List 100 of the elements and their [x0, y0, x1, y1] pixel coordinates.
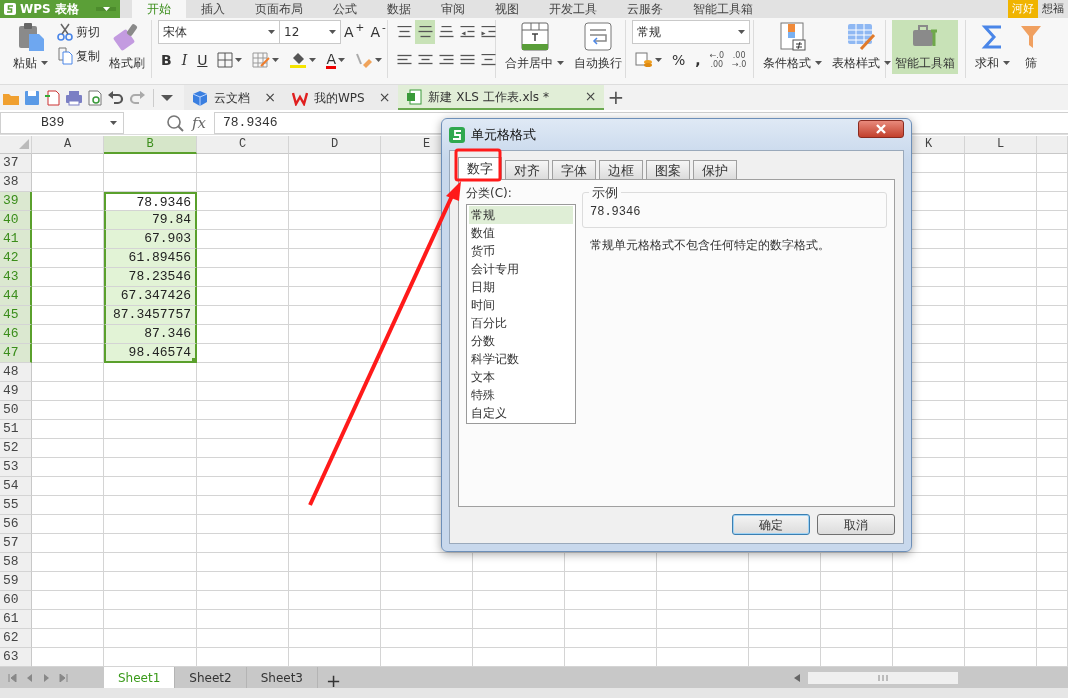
row-number[interactable]: 60 [0, 591, 32, 610]
row-number[interactable]: 56 [0, 515, 32, 534]
format-painter-button[interactable]: 格式刷 [106, 20, 148, 74]
column-header[interactable]: A [32, 136, 104, 154]
menu-tab[interactable]: 智能工具箱 [678, 0, 768, 18]
row-number[interactable]: 49 [0, 382, 32, 401]
category-item[interactable]: 常规 [469, 206, 573, 224]
close-tab-button[interactable]: × [576, 86, 597, 107]
category-item[interactable]: 百分比 [469, 314, 573, 332]
row-number[interactable]: 57 [0, 534, 32, 553]
row-number[interactable]: 51 [0, 420, 32, 439]
category-item[interactable]: 科学记数 [469, 350, 573, 368]
dialog-tab[interactable]: 图案 [646, 160, 690, 179]
italic-button[interactable]: I [178, 48, 191, 72]
menu-tab[interactable]: 开发工具 [534, 0, 612, 18]
function-button[interactable]: fx [192, 111, 206, 135]
filter-button[interactable]: 筛 [1017, 20, 1045, 74]
dialog-tab[interactable]: 数字 [458, 157, 502, 179]
decimal-button[interactable]: .00 →.0 [730, 49, 749, 71]
close-button[interactable] [858, 119, 904, 138]
align-button[interactable] [415, 20, 435, 44]
toolbox-button[interactable]: 智能工具箱 [892, 20, 958, 74]
menu-tab[interactable]: 视图 [480, 0, 534, 18]
menu-tab[interactable]: 云服务 [612, 0, 678, 18]
ok-button[interactable]: 确定 [732, 514, 810, 535]
zoom-icon[interactable] [166, 114, 184, 132]
underline-button[interactable]: U [194, 48, 211, 72]
dialog-tab[interactable]: 字体 [552, 160, 596, 179]
name-box[interactable]: B39 [0, 112, 124, 134]
next-sheet-icon[interactable] [42, 673, 51, 682]
menu-tab[interactable]: 数据 [372, 0, 426, 18]
undo-icon[interactable] [107, 88, 125, 107]
horizontal-scrollbar-icon[interactable] [808, 671, 958, 684]
document-tab[interactable]: 新建 XLS 工作表.xls * × [398, 85, 605, 110]
dialog-tab[interactable]: 边框 [599, 160, 643, 179]
category-item[interactable]: 货币 [469, 242, 573, 260]
menu-tab[interactable]: 审阅 [426, 0, 480, 18]
save-icon[interactable] [23, 88, 41, 107]
sheet-tab[interactable]: Sheet1 [104, 667, 176, 688]
row-number[interactable]: 38 [0, 173, 32, 192]
wrap-text-button[interactable]: 自动换行 [571, 20, 625, 74]
decimal-button[interactable]: ←.0 .00 [707, 49, 726, 71]
column-header[interactable]: L [965, 136, 1037, 154]
row-number[interactable]: 50 [0, 401, 32, 420]
scroll-left-icon[interactable] [794, 673, 800, 682]
menu-tab[interactable]: 公式 [318, 0, 372, 18]
paste-button[interactable]: 粘贴 [10, 20, 51, 74]
close-tab-button[interactable]: × [256, 87, 276, 108]
printer-icon[interactable] [65, 88, 83, 107]
column-header[interactable]: C [197, 136, 289, 154]
category-item[interactable]: 文本 [469, 368, 573, 386]
percent-button[interactable]: % [669, 48, 689, 72]
document-tab[interactable]: 我的WPS × [284, 85, 399, 110]
category-item[interactable]: 分数 [469, 332, 573, 350]
menu-tab[interactable]: 页面布局 [240, 0, 318, 18]
copy-button[interactable]: 复制 [55, 44, 102, 68]
category-item[interactable]: 自定义 [469, 404, 573, 422]
category-item[interactable]: 日期 [469, 278, 573, 296]
font-color-button[interactable]: A [323, 48, 349, 72]
font-name-field[interactable]: 宋体 [158, 20, 280, 44]
cancel-button[interactable]: 取消 [817, 514, 895, 535]
column-header[interactable]: D [289, 136, 381, 154]
row-number[interactable]: 62 [0, 629, 32, 648]
dialog-tab[interactable]: 保护 [693, 160, 737, 179]
bold-button[interactable]: B [158, 48, 175, 72]
conditional-format-button[interactable]: 条件格式 [760, 20, 825, 74]
row-number[interactable]: 37 [0, 154, 32, 173]
row-number[interactable]: 55 [0, 496, 32, 515]
shrink-font-button[interactable]: A$^{-}$ [367, 20, 389, 44]
category-item[interactable]: 特殊 [469, 386, 573, 404]
document-tab[interactable]: 云文档 × [184, 85, 284, 110]
row-number[interactable]: 52 [0, 439, 32, 458]
document-arrow-icon[interactable] [44, 88, 62, 107]
category-item[interactable]: 会计专用 [469, 260, 573, 278]
row-number[interactable]: 58 [0, 553, 32, 572]
first-sheet-icon[interactable] [8, 673, 17, 682]
new-tab-button[interactable]: + [604, 85, 628, 109]
row-number[interactable]: 59 [0, 572, 32, 591]
category-item[interactable]: 时间 [469, 296, 573, 314]
row-number[interactable]: 53 [0, 458, 32, 477]
category-item[interactable]: 数值 [469, 224, 573, 242]
cut-button[interactable]: 剪切 [55, 20, 102, 44]
fill-handle[interactable] [192, 358, 197, 363]
menu-tab[interactable]: 插入 [186, 0, 240, 18]
previous-sheet-icon[interactable] [25, 673, 34, 682]
user-name[interactable]: 想福 [1038, 0, 1068, 18]
close-tab-button[interactable]: × [370, 87, 391, 108]
font-size-field[interactable]: 12 [280, 20, 341, 44]
merge-center-button[interactable]: 合并居中 [502, 20, 567, 74]
grow-font-button[interactable]: A$^{+}$ [341, 20, 368, 44]
comma-button[interactable]: , [692, 48, 704, 72]
row-number[interactable]: 54 [0, 477, 32, 496]
sum-button[interactable]: 求和 [972, 20, 1013, 74]
last-sheet-icon[interactable] [59, 673, 68, 682]
preview-icon[interactable] [86, 88, 104, 107]
dropdown-icon[interactable] [161, 93, 173, 102]
dialog-tab[interactable]: 对齐 [505, 160, 549, 179]
row-number[interactable]: 61 [0, 610, 32, 629]
row-number[interactable]: 63 [0, 648, 32, 667]
menu-tab[interactable]: 开始 [132, 0, 186, 18]
